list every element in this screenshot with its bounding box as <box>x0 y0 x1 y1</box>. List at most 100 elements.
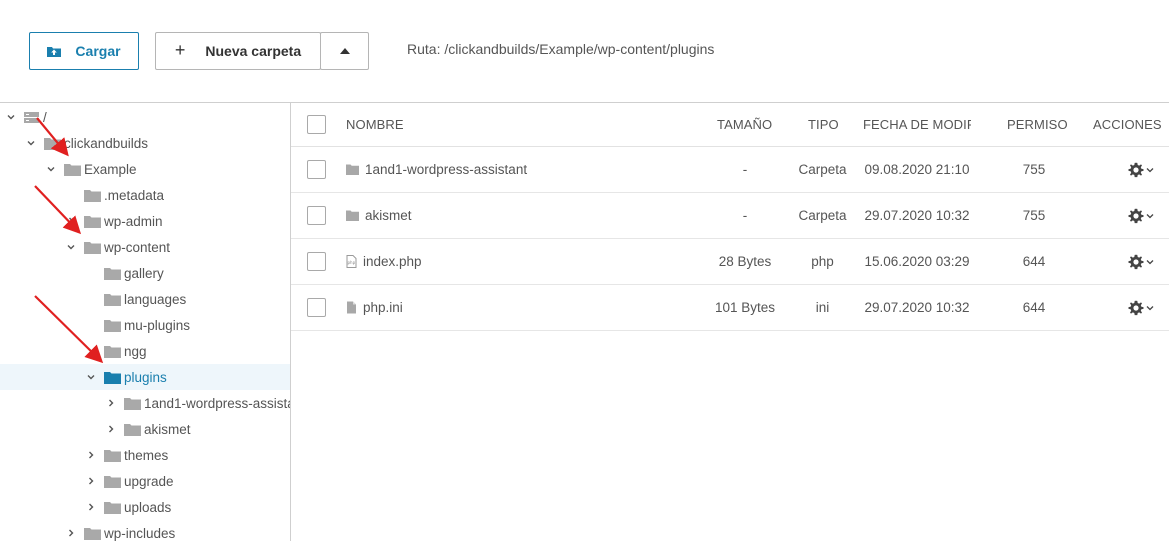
file-permission: 644 <box>1022 254 1046 269</box>
tree-node-label: clickandbuilds <box>64 135 149 151</box>
folder-tree: / clickandbuilds Example .metadata wp-admin w… <box>0 102 291 541</box>
file-row[interactable]: 1and1-wordpress-assistant - Carpeta 09.08.2… <box>291 147 1169 193</box>
tree-node[interactable]: plugins <box>0 364 290 390</box>
row-actions <box>1091 193 1161 238</box>
plus-icon: + <box>174 39 186 60</box>
folder-icon <box>104 476 121 488</box>
tree-node-label: wp-admin <box>104 213 163 229</box>
row-actions <box>1091 147 1161 192</box>
tree-node[interactable]: gallery <box>0 260 290 286</box>
tree-node-label: .metadata <box>104 187 165 203</box>
file-row[interactable]: php index.php 28 Bytes php 15.06.2020 03:29 6… <box>291 239 1169 285</box>
tree-node[interactable]: Example <box>0 156 290 182</box>
file-size: - <box>742 208 748 223</box>
chevron-down-icon[interactable] <box>86 372 96 382</box>
column-header-type[interactable]: TIPO <box>808 103 838 146</box>
chevron-down-icon[interactable] <box>46 164 56 174</box>
row-checkbox[interactable] <box>307 298 326 317</box>
gear-icon <box>1128 254 1144 269</box>
folder-icon <box>346 164 359 175</box>
tree-node[interactable]: upgrade <box>0 468 290 494</box>
tree-node[interactable]: / <box>0 104 290 130</box>
upload-button[interactable]: Cargar <box>29 32 139 70</box>
new-folder-button[interactable]: + Nueva carpeta <box>155 32 321 70</box>
tree-node[interactable]: 1and1-wordpress-assistant <box>0 390 290 416</box>
column-header-size[interactable]: TAMAÑO <box>717 103 777 146</box>
file-date: 29.07.2020 10:32 <box>864 208 970 223</box>
actions-menu-button[interactable] <box>1128 162 1154 178</box>
actions-menu-button[interactable] <box>1128 208 1154 224</box>
tree-node[interactable]: .metadata <box>0 182 290 208</box>
chevron-right-icon[interactable] <box>86 476 96 486</box>
chevron-right-icon[interactable] <box>106 398 116 408</box>
chevron-down-icon[interactable] <box>6 112 16 122</box>
file-size: 28 Bytes <box>718 254 772 269</box>
tree-node[interactable]: wp-content <box>0 234 290 260</box>
file-list-header: NOMBRE TAMAÑO TIPO FECHA DE MODIFICACIÓN… <box>291 103 1169 147</box>
tree-node[interactable]: ngg <box>0 338 290 364</box>
path-prefix: Ruta: <box>407 41 441 57</box>
file-list: NOMBRE TAMAÑO TIPO FECHA DE MODIFICACIÓN… <box>291 102 1169 541</box>
column-header-date[interactable]: FECHA DE MODIFICACIÓN <box>863 103 971 146</box>
row-actions <box>1091 239 1161 284</box>
file-type: Carpeta <box>798 162 847 177</box>
folder-icon <box>104 372 121 384</box>
file-name-cell[interactable]: 1and1-wordpress-assistant <box>346 147 696 192</box>
tree-node-label: akismet <box>144 421 191 437</box>
tree-node[interactable]: mu-plugins <box>0 312 290 338</box>
actions-menu-button[interactable] <box>1128 300 1154 316</box>
php-file-icon: php <box>346 255 357 268</box>
file-size: 101 Bytes <box>714 300 776 315</box>
tree-node-label: mu-plugins <box>124 317 191 333</box>
file-name-cell[interactable]: php index.php <box>346 239 696 284</box>
file-row[interactable]: php.ini 101 Bytes ini 29.07.2020 10:32 644 <box>291 285 1169 331</box>
folder-icon <box>84 242 101 254</box>
column-header-actions: ACCIONES <box>1093 117 1162 132</box>
tree-node-label: languages <box>124 291 187 307</box>
chevron-down-icon <box>1146 167 1154 172</box>
chevron-down-icon[interactable] <box>66 242 76 252</box>
folder-icon <box>84 190 101 202</box>
tree-node[interactable]: akismet <box>0 416 290 442</box>
collapse-toggle-button[interactable] <box>320 32 369 70</box>
tree-node[interactable]: languages <box>0 286 290 312</box>
select-all-checkbox[interactable] <box>307 115 326 134</box>
column-header-name[interactable]: NOMBRE <box>346 103 696 146</box>
file-permission: 755 <box>1022 162 1046 177</box>
chevron-right-icon[interactable] <box>106 424 116 434</box>
chevron-right-icon[interactable] <box>66 216 76 226</box>
tree-node[interactable]: uploads <box>0 494 290 520</box>
actions-menu-button[interactable] <box>1128 254 1154 270</box>
row-actions <box>1091 285 1161 330</box>
folder-icon <box>64 164 81 176</box>
folder-icon <box>104 268 121 280</box>
new-folder-button-label: Nueva carpeta <box>205 43 302 59</box>
column-header-permission[interactable]: PERMISO <box>1007 103 1087 146</box>
row-checkbox[interactable] <box>307 206 326 225</box>
upload-button-label: Cargar <box>75 43 121 59</box>
file-row[interactable]: akismet - Carpeta 29.07.2020 10:32 755 <box>291 193 1169 239</box>
tree-node[interactable]: themes <box>0 442 290 468</box>
tree-node-label: upgrade <box>124 473 174 489</box>
file-type: Carpeta <box>798 208 847 223</box>
tree-node-label: / <box>43 109 47 125</box>
toolbar: Cargar + Nueva carpeta Ruta: /clickandbu… <box>0 0 1169 102</box>
chevron-right-icon[interactable] <box>86 502 96 512</box>
chevron-right-icon[interactable] <box>86 450 96 460</box>
row-checkbox[interactable] <box>307 160 326 179</box>
folder-icon <box>124 398 141 410</box>
file-name-cell[interactable]: akismet <box>346 193 696 238</box>
file-name: akismet <box>365 208 412 223</box>
folder-icon <box>104 294 121 306</box>
tree-node-label: wp-includes <box>104 525 176 541</box>
tree-node[interactable]: wp-includes <box>0 520 290 541</box>
file-name-cell[interactable]: php.ini <box>346 285 696 330</box>
chevron-down-icon[interactable] <box>26 138 36 148</box>
tree-node-label: uploads <box>124 499 172 515</box>
folder-icon <box>84 216 101 228</box>
chevron-right-icon[interactable] <box>66 528 76 538</box>
tree-node[interactable]: clickandbuilds <box>0 130 290 156</box>
tree-node[interactable]: wp-admin <box>0 208 290 234</box>
row-checkbox[interactable] <box>307 252 326 271</box>
chevron-down-icon <box>1146 213 1154 218</box>
